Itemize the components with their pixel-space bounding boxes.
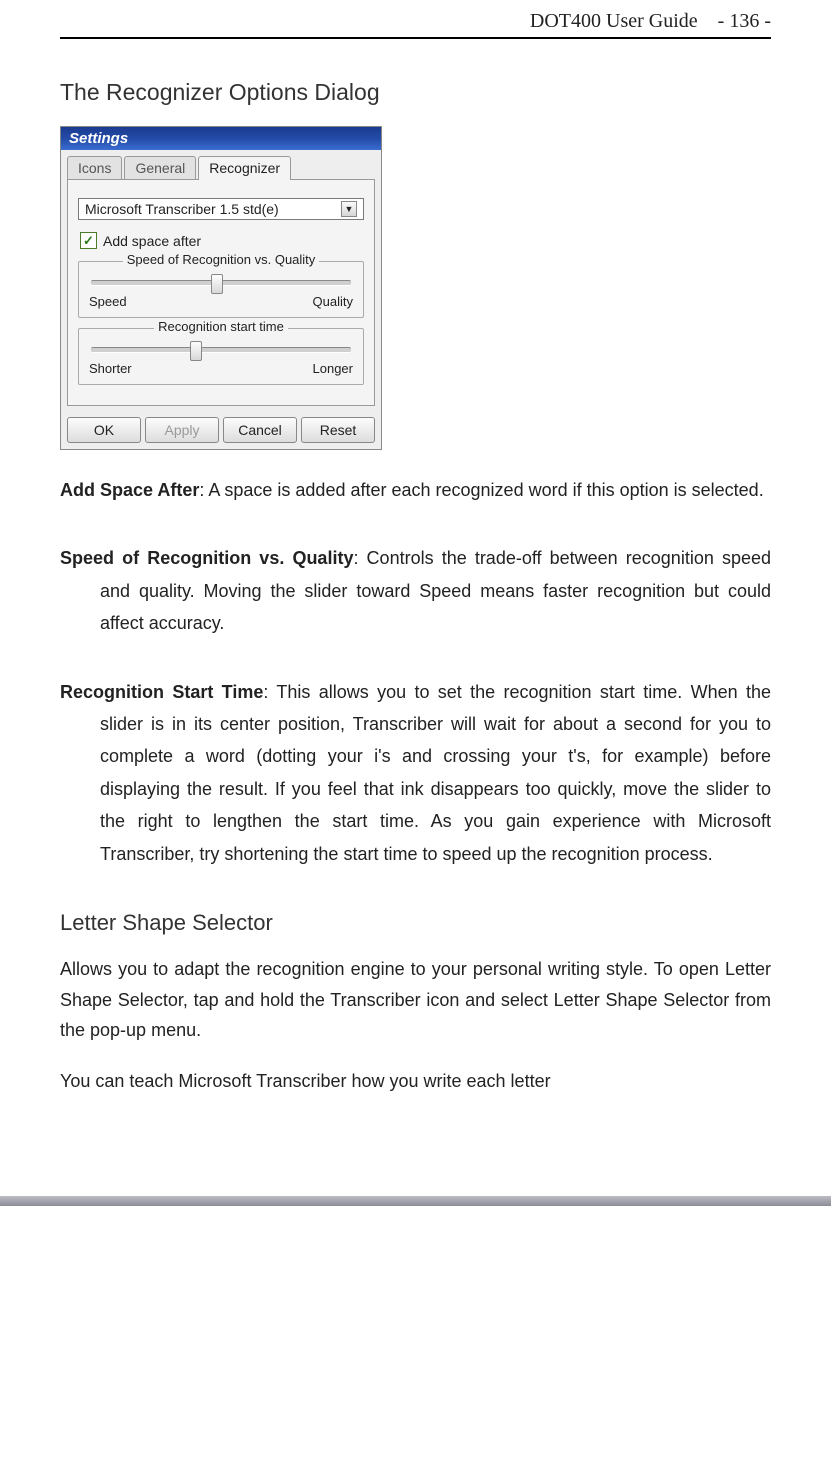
label-quality: Quality — [313, 294, 353, 309]
cancel-button[interactable]: Cancel — [223, 417, 297, 443]
letter-paragraph-2: You can teach Microsoft Transcriber how … — [60, 1066, 771, 1097]
checkbox-add-space[interactable]: ✓ — [80, 232, 97, 249]
slider-thumb[interactable] — [190, 341, 202, 361]
section-title-letter: Letter Shape Selector — [60, 910, 771, 936]
legend-start-time: Recognition start time — [79, 319, 363, 334]
term-start-time: Recognition Start Time — [60, 682, 263, 702]
definition-speed: Speed of Recognition vs. Quality: Contro… — [60, 542, 771, 639]
text-start-time: : This allows you to set the recognition… — [100, 682, 771, 864]
chevron-down-icon: ▼ — [341, 201, 357, 217]
text-add-space: : A space is added after each recognized… — [199, 480, 763, 500]
slider-speed-quality[interactable] — [91, 280, 351, 286]
definition-start-time: Recognition Start Time: This allows you … — [60, 676, 771, 870]
add-space-row[interactable]: ✓ Add space after — [80, 232, 362, 249]
label-shorter: Shorter — [89, 361, 132, 376]
slider-thumb[interactable] — [211, 274, 223, 294]
fieldset-speed-quality: Speed of Recognition vs. Quality Speed Q… — [78, 261, 364, 318]
footer-rule — [0, 1196, 831, 1206]
label-speed: Speed — [89, 294, 127, 309]
term-speed: Speed of Recognition vs. Quality — [60, 548, 353, 568]
slider-start-time[interactable] — [91, 347, 351, 353]
label-longer: Longer — [313, 361, 353, 376]
tab-recognizer[interactable]: Recognizer — [198, 156, 291, 180]
tab-icons[interactable]: Icons — [67, 156, 122, 180]
page-header: DOT400 User Guide - 136 - — [60, 0, 771, 37]
recognizer-dropdown[interactable]: Microsoft Transcriber 1.5 std(e) ▼ — [78, 198, 364, 220]
header-rule — [60, 37, 771, 39]
letter-paragraph-1: Allows you to adapt the recognition engi… — [60, 954, 771, 1046]
window-titlebar[interactable]: Settings — [61, 127, 381, 150]
checkbox-label: Add space after — [103, 233, 201, 249]
term-add-space: Add Space After — [60, 480, 199, 500]
fieldset-start-time: Recognition start time Shorter Longer — [78, 328, 364, 385]
ok-button[interactable]: OK — [67, 417, 141, 443]
button-row: OK Apply Cancel Reset — [61, 413, 381, 449]
tab-general[interactable]: General — [124, 156, 196, 180]
tab-panel-recognizer: Microsoft Transcriber 1.5 std(e) ▼ ✓ Add… — [67, 179, 375, 406]
settings-window: Settings Icons General Recognizer Micros… — [60, 126, 382, 450]
tabstrip: Icons General Recognizer — [61, 150, 381, 180]
section-title-recognizer: The Recognizer Options Dialog — [60, 79, 771, 106]
page-number: - 136 - — [718, 10, 771, 32]
guide-title: DOT400 User Guide — [530, 10, 698, 32]
reset-button[interactable]: Reset — [301, 417, 375, 443]
apply-button[interactable]: Apply — [145, 417, 219, 443]
document-page: DOT400 User Guide - 136 - The Recognizer… — [0, 0, 831, 1156]
slider-labels: Shorter Longer — [89, 361, 353, 376]
definition-add-space: Add Space After: A space is added after … — [60, 474, 771, 506]
legend-speed-quality: Speed of Recognition vs. Quality — [79, 252, 363, 267]
dropdown-value: Microsoft Transcriber 1.5 std(e) — [85, 201, 279, 217]
slider-labels: Speed Quality — [89, 294, 353, 309]
